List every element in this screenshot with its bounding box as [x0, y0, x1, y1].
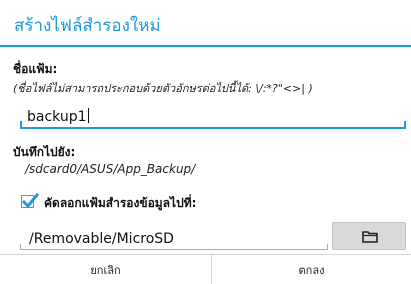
folder-icon	[362, 231, 378, 243]
save-to-label: บันทึกไปยัง:	[13, 145, 76, 159]
dialog-title-bar: สร้างไฟล์สำรองใหม่	[0, 0, 411, 47]
copy-backup-option[interactable]: คัดลอกแฟ้มสำรองข้อมูลไปที่:	[17, 192, 397, 214]
file-name-input-underline	[20, 127, 406, 129]
title-divider	[0, 45, 411, 47]
file-name-input[interactable]: backup1	[20, 106, 406, 130]
dialog-button-bar: ยกเลิก ตกลง	[0, 254, 411, 284]
dialog-title: สร้างไฟล์สำรองใหม่	[14, 16, 161, 36]
create-backup-dialog: สร้างไฟล์สำรองใหม่ ชื่อแฟ้ม: (ชื่อไฟล์ไม…	[0, 0, 411, 284]
copy-backup-label: คัดลอกแฟ้มสำรองข้อมูลไปที่:	[44, 196, 197, 210]
copy-destination-field[interactable]: /Removable/MicroSD	[20, 228, 328, 252]
copy-backup-checkbox[interactable]	[21, 192, 39, 209]
text-cursor	[87, 108, 89, 123]
ok-button[interactable]: ตกลง	[212, 255, 411, 284]
file-name-hint: (ชื่อไฟล์ไม่สามารถประกอบด้วยตัวอักษรต่อไ…	[13, 82, 313, 95]
copy-destination-value: /Removable/MicroSD	[29, 231, 174, 247]
browse-folder-button[interactable]	[332, 222, 406, 250]
save-to-path: /sdcard0/ASUS/App_Backup/	[25, 162, 196, 176]
file-name-label: ชื่อแฟ้ม:	[13, 62, 58, 76]
cancel-button[interactable]: ยกเลิก	[0, 255, 211, 284]
file-name-input-value: backup1	[27, 108, 89, 125]
checkmark-icon	[21, 192, 39, 209]
